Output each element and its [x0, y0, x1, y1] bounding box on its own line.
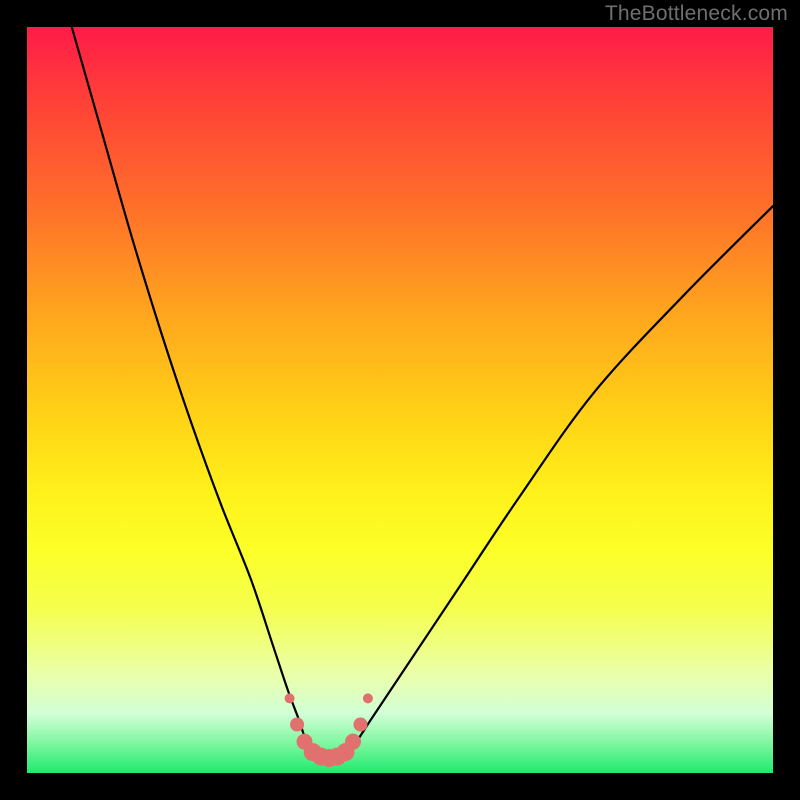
highlight-markers: [285, 693, 373, 767]
bottleneck-curve-path: [72, 27, 773, 759]
highlight-marker: [363, 693, 373, 703]
plot-area: [27, 27, 773, 773]
highlight-marker: [290, 718, 304, 732]
highlight-marker: [353, 718, 367, 732]
highlight-marker: [345, 734, 361, 750]
chart-frame: TheBottleneck.com: [0, 0, 800, 800]
highlight-marker: [285, 693, 295, 703]
curve-svg: [27, 27, 773, 773]
bottleneck-curve: [72, 27, 773, 759]
watermark-text: TheBottleneck.com: [605, 2, 788, 26]
